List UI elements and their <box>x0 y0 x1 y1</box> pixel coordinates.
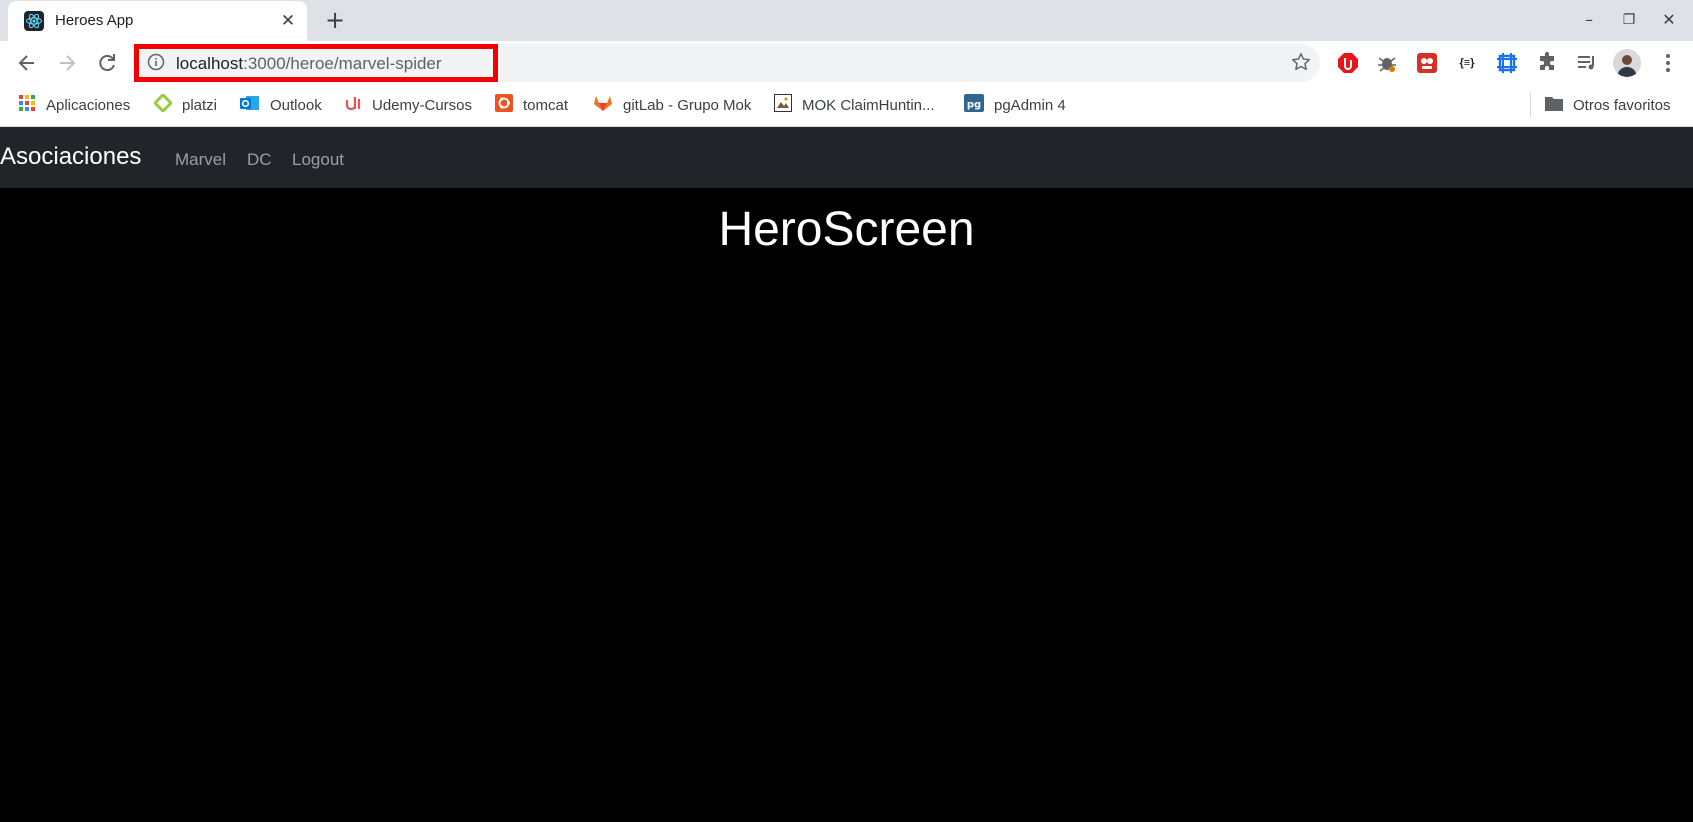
react-icon <box>24 11 44 31</box>
restore-icon[interactable]: ❐ <box>1617 8 1641 32</box>
bug-extension-icon[interactable] <box>1375 51 1399 75</box>
tab-strip: Heroes App ✕ + – ❐ ✕ <box>0 0 1693 41</box>
apps-grid-icon <box>18 94 36 116</box>
bookmark-star-icon[interactable] <box>1290 51 1312 78</box>
nav-link-dc[interactable]: DC <box>247 150 272 170</box>
outlook-icon <box>240 94 260 116</box>
bookmark-platzi[interactable]: platzi <box>152 92 218 116</box>
udemy-icon <box>344 94 362 116</box>
bookmark-outlook[interactable]: Outlook <box>240 94 322 116</box>
more-menu-icon[interactable] <box>1656 51 1680 75</box>
bookmark-label: pgAdmin 4 <box>994 96 1066 114</box>
bookmark-udemy[interactable]: Udemy-Cursos <box>344 94 472 116</box>
url-highlight-box <box>134 44 498 82</box>
new-tab-icon[interactable]: + <box>322 8 348 34</box>
bookmark-label: Outlook <box>270 96 322 114</box>
json-extension-icon[interactable]: {≡} <box>1455 51 1479 75</box>
reload-icon[interactable] <box>93 49 121 77</box>
bookmarks-separator <box>1530 92 1531 118</box>
adblock-extension-icon[interactable] <box>1336 51 1360 75</box>
nav-link-logout[interactable]: Logout <box>292 150 344 170</box>
page-title: HeroScreen <box>718 203 975 256</box>
forward-icon[interactable] <box>53 49 81 77</box>
pgadmin-icon: pg <box>964 94 984 116</box>
window-close-icon[interactable]: ✕ <box>1657 8 1681 32</box>
bookmark-label: gitLab - Grupo Mok <box>623 96 752 114</box>
browser-tab[interactable]: Heroes App ✕ <box>8 1 307 41</box>
extensions-puzzle-icon[interactable] <box>1535 51 1559 75</box>
bookmark-aplicaciones[interactable]: Aplicaciones <box>18 94 130 116</box>
nav-link-marvel[interactable]: Marvel <box>175 150 226 170</box>
frame-extension-icon[interactable] <box>1495 51 1519 75</box>
bookmark-label: Udemy-Cursos <box>372 96 473 114</box>
redux-extension-icon[interactable] <box>1415 51 1439 75</box>
svg-text:pg: pg <box>967 100 981 111</box>
bookmark-label: MOK ClaimHuntin... <box>802 96 935 114</box>
bookmark-label: Otros favoritos <box>1573 96 1671 114</box>
bookmark-label: platzi <box>182 96 218 114</box>
browser-toolbar: localhost:3000/heroe/marvel-spider {≡} <box>0 41 1693 85</box>
media-control-icon[interactable] <box>1575 51 1599 75</box>
image-icon <box>774 94 792 116</box>
folder-icon <box>1545 95 1563 115</box>
bookmark-label: Aplicaciones <box>46 96 131 114</box>
other-bookmarks-folder[interactable]: Otros favoritos <box>1545 94 1671 116</box>
ubuntu-icon <box>495 94 513 116</box>
minimize-icon[interactable]: – <box>1577 8 1601 32</box>
tab-close-icon[interactable]: ✕ <box>278 11 298 31</box>
bookmarks-bar: Aplicaciones platzi Outlook Udemy-Cursos… <box>0 85 1693 127</box>
back-icon[interactable] <box>13 49 41 77</box>
gitlab-icon <box>593 94 613 116</box>
bookmark-mok-claimhunting[interactable]: MOK ClaimHuntin... <box>774 94 935 116</box>
page-content: HeroScreen <box>0 188 1693 822</box>
platzi-icon <box>152 92 174 116</box>
bookmark-label: tomcat <box>523 96 569 114</box>
bookmark-pgadmin[interactable]: pg pgAdmin 4 <box>964 94 1066 116</box>
tab-title: Heroes App <box>55 12 134 29</box>
navbar-brand[interactable]: Asociaciones <box>0 143 141 171</box>
bookmark-tomcat[interactable]: tomcat <box>495 94 568 116</box>
profile-avatar[interactable] <box>1613 49 1641 77</box>
bookmark-gitlab[interactable]: gitLab - Grupo Mok <box>593 94 751 116</box>
app-navbar: Asociaciones Marvel DC Logout <box>0 127 1693 188</box>
